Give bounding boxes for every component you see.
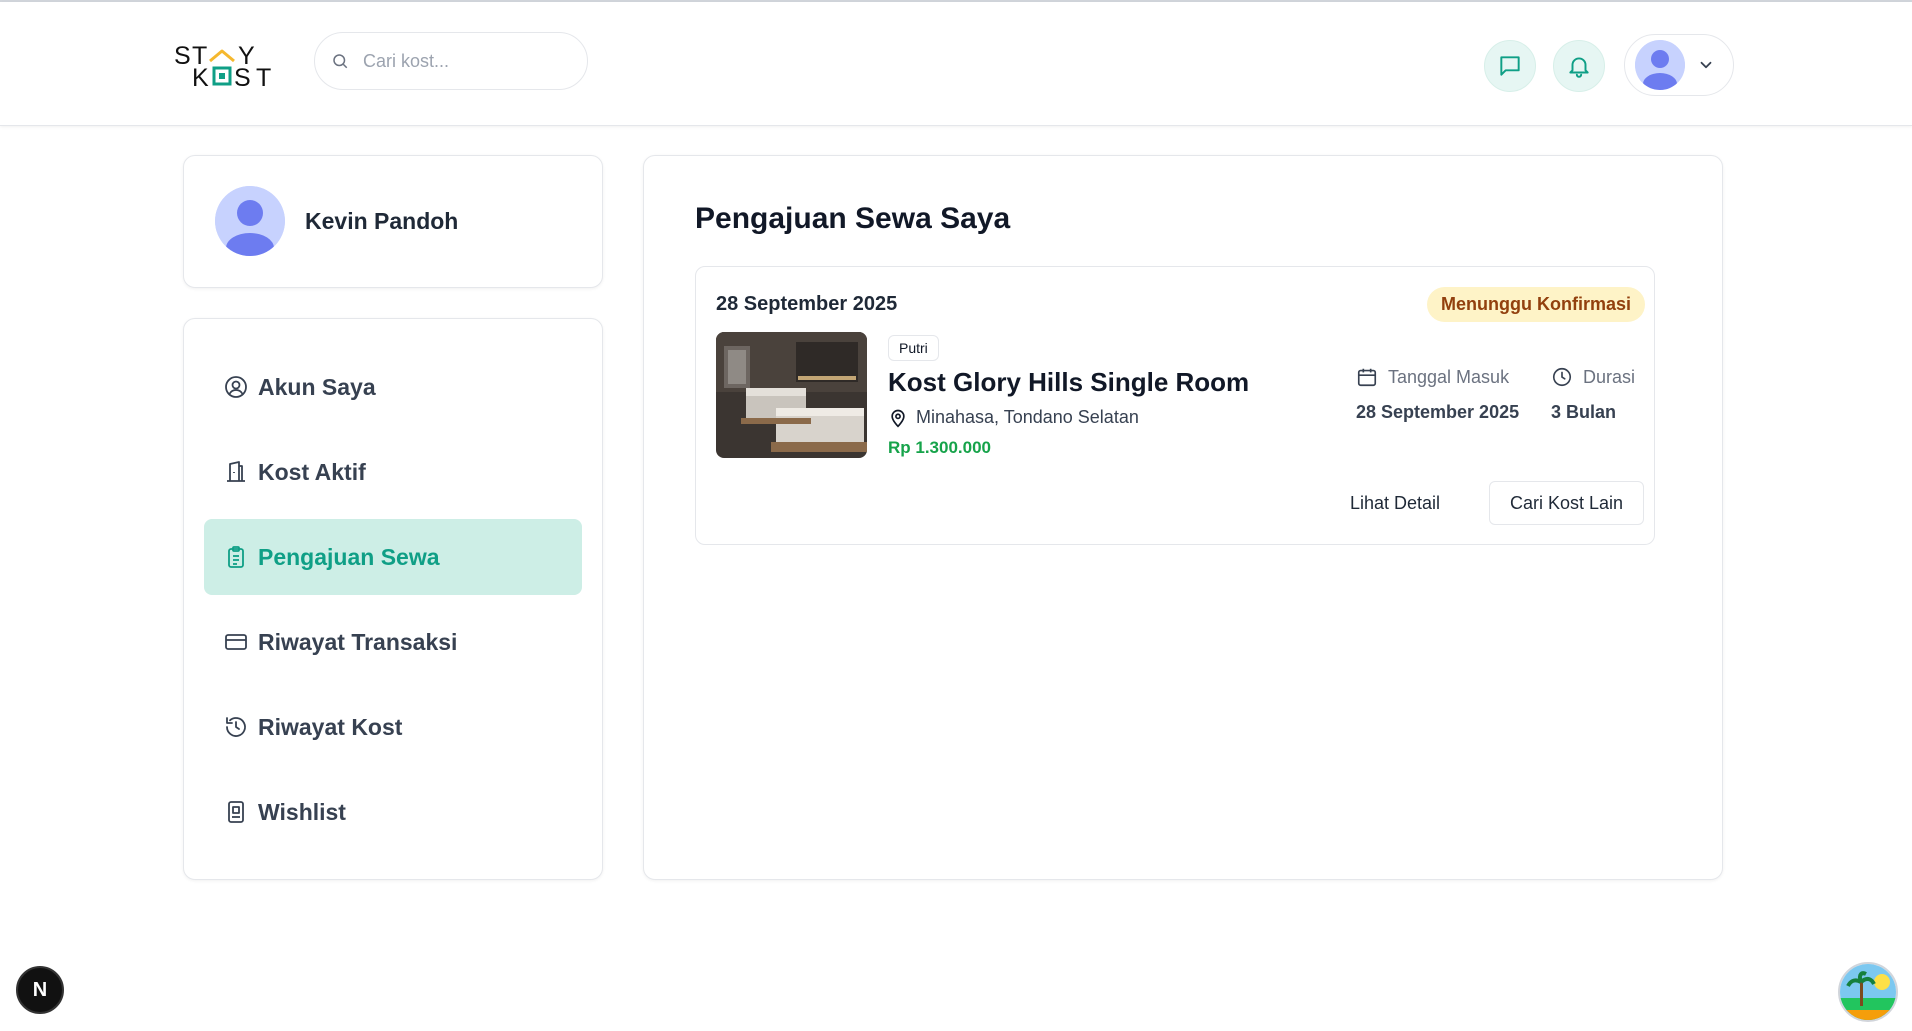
svg-text:S: S [234,64,251,90]
svg-text:S: S [174,42,191,70]
svg-text:K: K [192,64,209,90]
sidebar-item-akun-saya[interactable]: Akun Saya [204,349,582,425]
building-icon [227,461,245,482]
search-other-kost-button[interactable]: Cari Kost Lain [1489,481,1645,525]
avatar [1635,40,1685,90]
chat-icon [1500,56,1520,76]
check-in-label: Tanggal Masuk [1356,366,1509,388]
profile-avatar [215,186,285,256]
sidebar-item-label: Riwayat Kost [258,713,403,740]
view-detail-button[interactable]: Lihat Detail [1350,481,1440,525]
profile-card: Kevin Pandoh [183,155,603,288]
rental-request-card: 28 September 2025 Menunggu Konfirmasi Pu… [695,266,1655,545]
sidebar-item-riwayat-transaksi[interactable]: Riwayat Transaksi [204,604,582,680]
next-dev-badge[interactable]: N [16,966,64,1014]
sidebar-item-riwayat-kost[interactable]: Riwayat Kost [204,689,582,765]
sidebar-item-label: Riwayat Transaksi [258,628,458,655]
main-content: Pengajuan Sewa Saya 28 September 2025 Me… [643,155,1723,880]
kost-thumbnail[interactable] [716,332,867,458]
credit-card-icon [225,634,247,650]
sidebar-item-pengajuan-sewa[interactable]: Pengajuan Sewa [204,519,582,595]
bell-icon [1569,57,1589,78]
notification-button[interactable] [1553,40,1605,92]
chevron-down-icon [1700,61,1712,69]
user-circle-icon [225,376,247,398]
clock-icon [1552,367,1572,387]
profile-menu-button[interactable] [1624,34,1734,96]
bookmark-icon [228,801,244,823]
header: S T Y K S T [0,2,1912,126]
duration-value: 3 Bulan [1551,402,1617,422]
rental-date: 28 September 2025 [716,293,898,315]
clipboard-list-icon [228,546,244,568]
map-pin-icon [891,409,905,428]
check-in-label-text: Tanggal Masuk [1388,366,1510,387]
check-in-value: 28 September 2025 [1356,402,1520,422]
user-avatar-icon [215,186,285,256]
logo[interactable]: S T Y K S T [174,42,294,92]
profile-name: Kevin Pandoh [305,208,459,234]
tropical-island-icon [1840,964,1896,1020]
user-avatar-icon [1635,40,1685,90]
bedroom-image-icon [716,332,867,458]
kost-type-badge: Putri [888,335,939,361]
sidebar-item-wishlist[interactable]: Wishlist [204,774,582,850]
stay-kost-logo-icon: S T Y K S T [174,42,271,92]
kost-location: Minahasa, Tondano Selatan [888,407,1139,428]
floating-widget-button[interactable] [1838,962,1898,1022]
status-badge: Menunggu Konfirmasi [1427,287,1645,322]
sidebar-item-kost-aktif[interactable]: Kost Aktif [204,434,582,510]
sidebar-menu: Akun Saya Kost Aktif Pengajuan Sewa Riwa… [183,318,603,880]
page-title: Pengajuan Sewa Saya [695,202,1011,235]
search-icon [333,54,348,69]
search-bar [314,32,588,90]
sidebar-item-label: Akun Saya [258,373,376,400]
kost-price: Rp 1.300.000 [888,438,992,457]
calendar-icon [1357,368,1377,387]
chat-button[interactable] [1484,40,1536,92]
svg-text:T: T [256,64,271,90]
duration-label-text: Durasi [1583,366,1636,387]
history-icon [226,717,246,737]
kost-location-text: Minahasa, Tondano Selatan [916,407,1139,427]
sidebar-item-label: Wishlist [258,798,346,825]
sidebar-item-label: Pengajuan Sewa [258,543,440,570]
sidebar-item-label: Kost Aktif [258,458,366,485]
kost-name[interactable]: Kost Glory Hills Single Room [888,367,1249,398]
duration-label: Durasi [1551,366,1635,388]
search-input[interactable] [363,50,563,72]
